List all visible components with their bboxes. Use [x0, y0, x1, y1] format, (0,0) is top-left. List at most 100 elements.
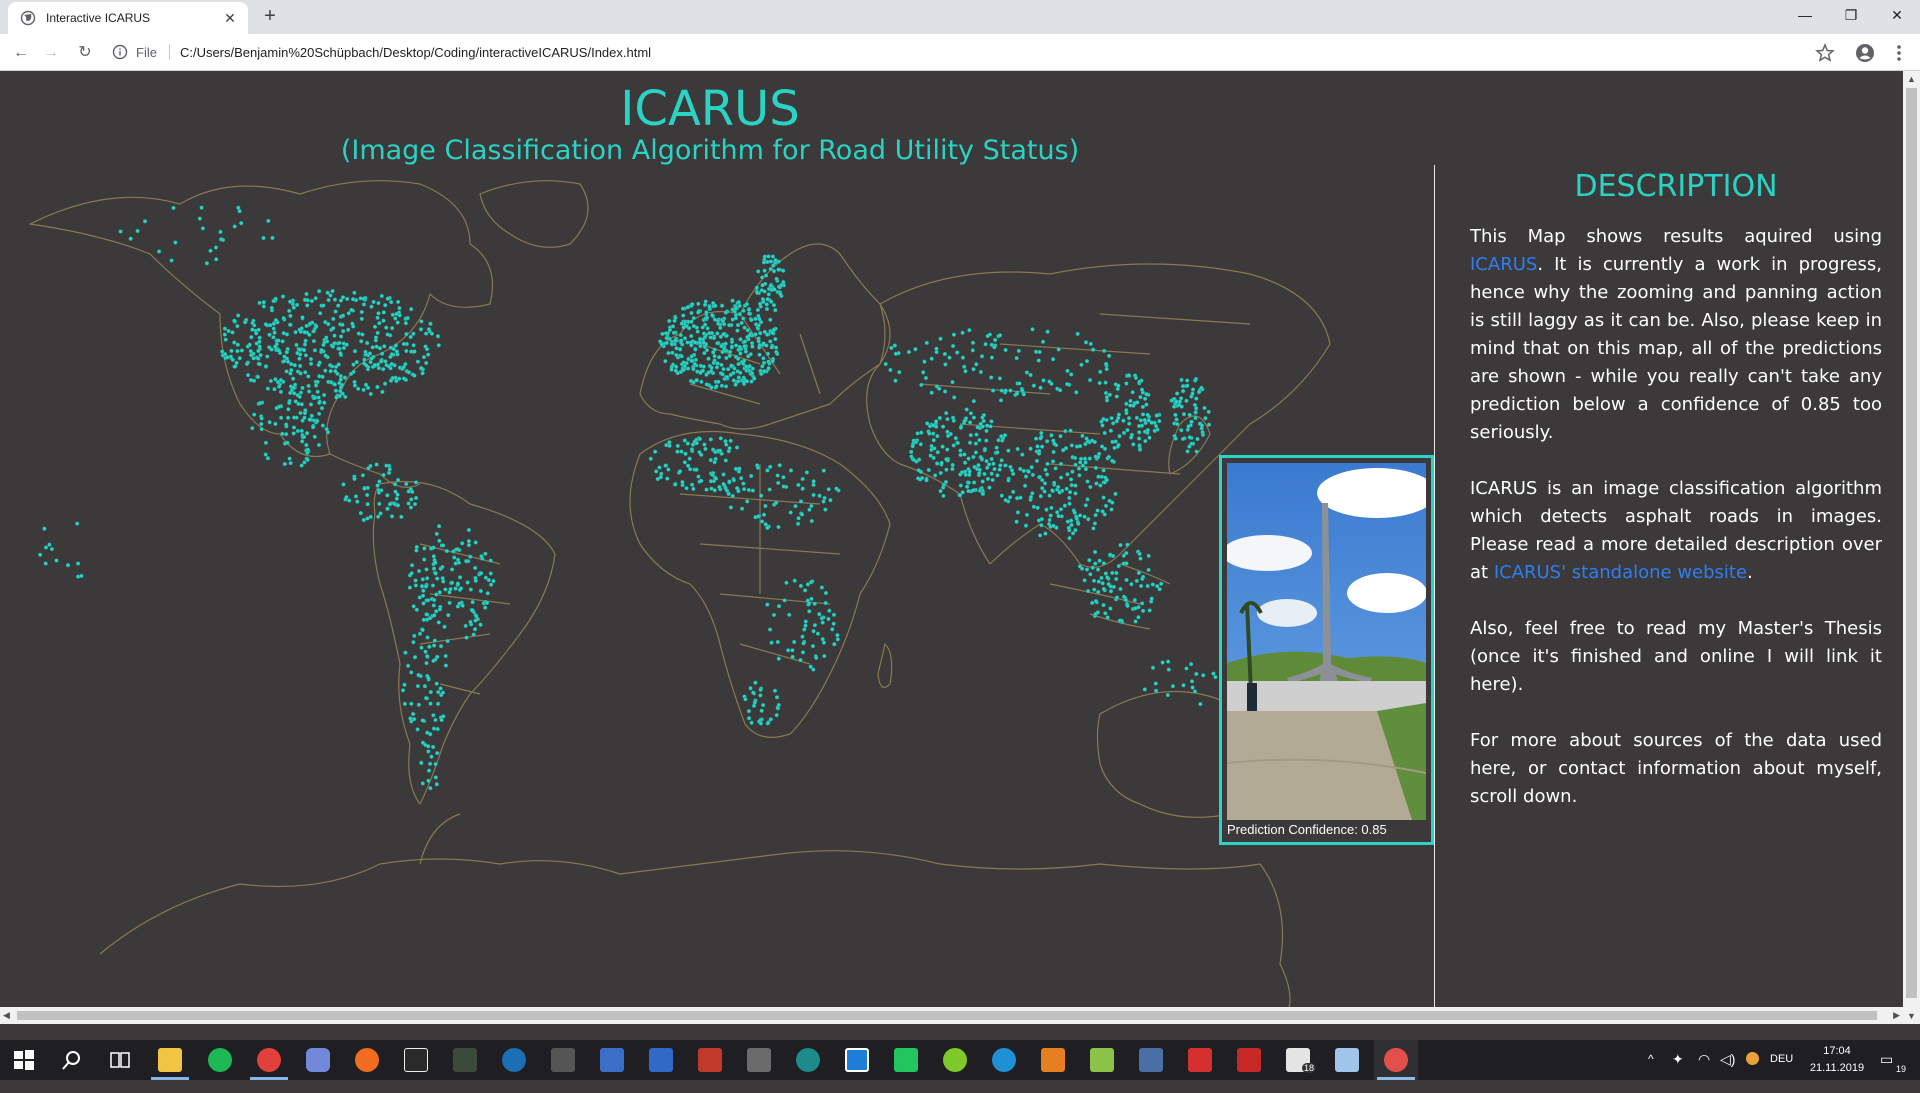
language-indicator[interactable]: DEU [1770, 1053, 1793, 1093]
prediction-point[interactable] [468, 587, 473, 592]
prediction-point[interactable] [491, 578, 496, 584]
prediction-point[interactable] [272, 387, 277, 392]
prediction-point[interactable] [730, 298, 735, 303]
prediction-point[interactable] [764, 302, 769, 307]
prediction-point[interactable] [757, 345, 762, 350]
prediction-point[interactable] [1093, 561, 1098, 566]
prediction-point[interactable] [389, 352, 394, 357]
prediction-point[interactable] [798, 658, 803, 663]
prediction-point[interactable] [401, 365, 406, 370]
prediction-point[interactable] [1124, 401, 1129, 406]
prediction-point[interactable] [1033, 436, 1039, 441]
prediction-point[interactable] [669, 342, 674, 347]
prediction-point[interactable] [708, 479, 713, 484]
prediction-point[interactable] [1044, 472, 1050, 477]
prediction-point[interactable] [1104, 395, 1109, 400]
prediction-point[interactable] [281, 316, 286, 321]
prediction-point[interactable] [689, 354, 694, 359]
prediction-point[interactable] [1048, 513, 1053, 518]
prediction-point[interactable] [826, 487, 831, 492]
prediction-point[interactable] [1138, 556, 1143, 561]
prediction-point[interactable] [973, 450, 978, 455]
prediction-point[interactable] [711, 360, 716, 365]
prediction-point[interactable] [313, 296, 318, 301]
prediction-point[interactable] [258, 353, 263, 358]
prediction-point[interactable] [438, 644, 444, 649]
prediction-point[interactable] [1053, 466, 1058, 471]
prediction-point[interactable] [1128, 435, 1134, 440]
prediction-point[interactable] [1143, 439, 1148, 444]
prediction-point[interactable] [359, 309, 364, 315]
prediction-point[interactable] [734, 445, 740, 450]
prediction-point[interactable] [724, 442, 729, 447]
prediction-point[interactable] [235, 349, 240, 354]
prediction-point[interactable] [393, 343, 398, 348]
prediction-point[interactable] [470, 608, 475, 613]
prediction-point[interactable] [1098, 369, 1103, 374]
prediction-point[interactable] [332, 333, 337, 338]
prediction-point[interactable] [1146, 567, 1151, 572]
prediction-point[interactable] [1095, 610, 1100, 615]
prediction-point[interactable] [753, 316, 758, 321]
app-icon-10[interactable] [1335, 1048, 1359, 1072]
prediction-point[interactable] [369, 356, 374, 361]
prediction-point[interactable] [758, 687, 763, 692]
prediction-point[interactable] [431, 713, 436, 718]
prediction-point[interactable] [259, 416, 264, 421]
prediction-point[interactable] [1147, 608, 1152, 613]
prediction-point[interactable] [1123, 598, 1129, 603]
prediction-point[interactable] [681, 313, 686, 318]
prediction-point[interactable] [677, 469, 683, 474]
prediction-point[interactable] [796, 516, 801, 521]
prediction-point[interactable] [980, 415, 985, 420]
prediction-point[interactable] [453, 586, 458, 591]
prediction-point[interactable] [304, 323, 309, 328]
prediction-point[interactable] [1114, 570, 1119, 576]
prediction-point[interactable] [303, 338, 308, 343]
prediction-point[interactable] [424, 360, 429, 366]
prediction-point[interactable] [950, 415, 956, 420]
prediction-point[interactable] [1045, 329, 1050, 334]
prediction-point[interactable] [391, 346, 396, 352]
prediction-point[interactable] [760, 364, 765, 369]
prediction-point[interactable] [1118, 586, 1123, 592]
prediction-point[interactable] [287, 400, 292, 406]
prediction-point[interactable] [1041, 378, 1046, 383]
prediction-point[interactable] [383, 359, 388, 364]
prediction-point[interactable] [940, 424, 946, 429]
prediction-point[interactable] [328, 369, 333, 374]
prediction-point[interactable] [419, 645, 424, 650]
prediction-point[interactable] [683, 451, 688, 456]
volume-icon[interactable]: ◁) [1720, 1051, 1735, 1091]
prediction-point[interactable] [47, 542, 52, 547]
prediction-point[interactable] [943, 479, 949, 485]
prediction-point[interactable] [289, 362, 294, 367]
prediction-point[interactable] [766, 292, 771, 297]
prediction-point[interactable] [704, 487, 709, 492]
prediction-point[interactable] [964, 484, 970, 489]
prediction-point[interactable] [883, 361, 888, 367]
prediction-point[interactable] [393, 482, 398, 487]
prediction-point[interactable] [776, 480, 781, 485]
prediction-point[interactable] [343, 394, 348, 399]
prediction-point[interactable] [765, 602, 770, 607]
prediction-point[interactable] [681, 325, 686, 330]
prediction-point[interactable] [959, 470, 965, 475]
prediction-point[interactable] [792, 578, 797, 583]
prediction-point[interactable] [671, 330, 676, 335]
prediction-point[interactable] [359, 316, 364, 321]
prediction-point[interactable] [1155, 584, 1160, 589]
prediction-point[interactable] [1045, 461, 1050, 466]
prediction-point[interactable] [807, 507, 812, 512]
prediction-point[interactable] [947, 355, 952, 360]
prediction-point[interactable] [1180, 384, 1186, 389]
prediction-point[interactable] [360, 332, 365, 337]
prediction-point[interactable] [701, 340, 706, 345]
prediction-point[interactable] [282, 354, 287, 359]
prediction-point[interactable] [1069, 443, 1074, 448]
prediction-point[interactable] [1193, 415, 1198, 421]
standalone-website-link[interactable]: ICARUS' standalone website [1494, 562, 1747, 583]
prediction-point[interactable] [765, 721, 770, 726]
prediction-point[interactable] [342, 375, 348, 380]
prediction-point[interactable] [1096, 589, 1101, 595]
